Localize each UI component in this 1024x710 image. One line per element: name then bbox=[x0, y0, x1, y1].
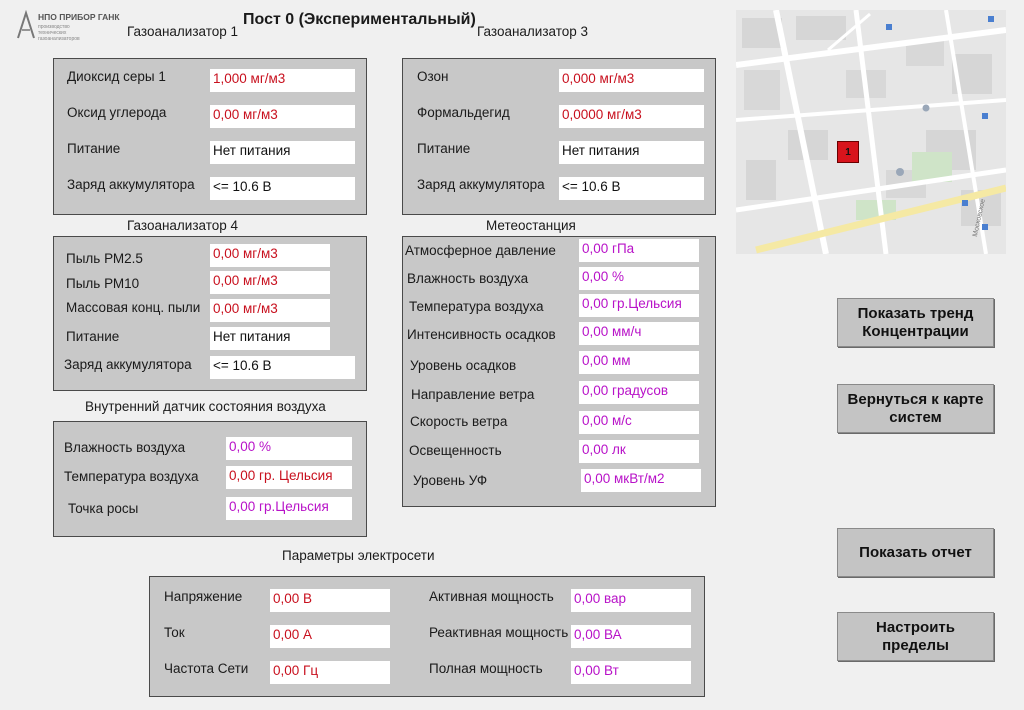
ga4-value-power: Нет питания bbox=[210, 327, 330, 350]
power-value-current: 0,00 А bbox=[270, 625, 390, 648]
show-report-button[interactable]: Показать отчет bbox=[837, 528, 994, 577]
ga4-label-battery: Заряд аккумулятора bbox=[64, 357, 192, 372]
meteo-value-rain-level: 0,00 мм bbox=[579, 351, 699, 374]
ga1-label-so2: Диоксид серы 1 bbox=[67, 69, 166, 84]
power-title: Параметры электросети bbox=[282, 548, 435, 563]
ga4-value-dust-mass: 0,00 мг/м3 bbox=[210, 299, 330, 322]
power-value-apparent: 0,00 Вт bbox=[571, 661, 691, 684]
logo-text: НПО ПРИБОР ГАНК bbox=[38, 12, 120, 22]
meteo-value-temperature: 0,00 гр.Цельсия bbox=[579, 294, 699, 317]
meteo-label-temperature: Температура воздуха bbox=[409, 299, 544, 314]
set-limits-button[interactable]: Настроить пределы bbox=[837, 612, 994, 661]
ga3-value-battery: <= 10.6 В bbox=[559, 177, 704, 200]
ga1-label-co: Оксид углерода bbox=[67, 105, 167, 120]
ga4-value-battery: <= 10.6 В bbox=[210, 356, 355, 379]
ga4-label-dust-mass: Массовая конц. пыли bbox=[66, 300, 201, 315]
meteo-panel: Атмосферное давление 0,00 гПа Влажность … bbox=[402, 236, 716, 507]
ga1-value-so2: 1,000 мг/м3 bbox=[210, 69, 355, 92]
power-label-active: Активная мощность bbox=[429, 589, 554, 604]
internal-panel: Влажность воздуха 0,00 % Температура воз… bbox=[53, 421, 367, 537]
ga1-label-power: Питание bbox=[67, 141, 121, 156]
ga3-value-power: Нет питания bbox=[559, 141, 704, 164]
ga4-label-power: Питание bbox=[66, 329, 120, 344]
meteo-value-wind-direction: 0,00 градусов bbox=[579, 381, 699, 404]
power-label-voltage: Напряжение bbox=[164, 589, 243, 604]
ga4-value-pm25: 0,00 мг/м3 bbox=[210, 244, 330, 267]
ga4-panel: Пыль РМ2.5 0,00 мг/м3 Пыль РМ10 0,00 мг/… bbox=[53, 236, 367, 391]
power-panel: Напряжение 0,00 В Ток 0,00 А Частота Сет… bbox=[149, 576, 705, 697]
ga3-label-battery: Заряд аккумулятора bbox=[417, 177, 545, 192]
ga1-title: Газоанализатор 1 bbox=[127, 24, 239, 39]
internal-label-dewpoint: Точка росы bbox=[68, 501, 139, 516]
meteo-label-rain-intensity: Интенсивность осадков bbox=[407, 327, 556, 342]
ga3-value-ozone: 0,000 мг/м3 bbox=[559, 69, 704, 92]
internal-label-temperature: Температура воздуха bbox=[64, 469, 199, 484]
meteo-value-illuminance: 0,00 лк bbox=[579, 440, 699, 463]
internal-value-dewpoint: 0,00 гр.Цельсия bbox=[226, 497, 352, 520]
ga1-label-battery: Заряд аккумулятора bbox=[67, 177, 195, 192]
map-marker-1[interactable]: 1 bbox=[837, 141, 859, 163]
map-marker-label: 1 bbox=[845, 146, 851, 158]
meteo-title: Метеостанция bbox=[486, 218, 576, 233]
meteo-label-illuminance: Освещенность bbox=[409, 443, 502, 458]
ga1-value-battery: <= 10.6 В bbox=[210, 177, 355, 200]
meteo-label-rain-level: Уровень осадков bbox=[410, 358, 517, 373]
ga3-label-formaldehyde: Формальдегид bbox=[417, 105, 510, 120]
ga1-value-power: Нет питания bbox=[210, 141, 355, 164]
ga3-label-power: Питание bbox=[417, 141, 471, 156]
ga1-panel: Диоксид серы 1 1,000 мг/м3 Оксид углерод… bbox=[53, 58, 367, 215]
power-value-voltage: 0,00 В bbox=[270, 589, 390, 612]
power-label-frequency: Частота Сети bbox=[164, 661, 249, 676]
logo-subtext: производство технических газоанализаторо… bbox=[38, 24, 80, 42]
ga4-value-pm10: 0,00 мг/м3 bbox=[210, 271, 330, 294]
meteo-label-humidity: Влажность воздуха bbox=[407, 271, 529, 286]
meteo-label-wind-speed: Скорость ветра bbox=[410, 414, 508, 429]
meteo-value-wind-speed: 0,00 м/с bbox=[579, 411, 699, 434]
meteo-label-wind-direction: Направление ветра bbox=[411, 387, 535, 402]
ga3-label-ozone: Озон bbox=[417, 69, 449, 84]
power-label-apparent: Полная мощность bbox=[429, 661, 543, 676]
meteo-value-pressure: 0,00 гПа bbox=[579, 239, 699, 262]
logo: НПО ПРИБОР ГАНК производство технических… bbox=[14, 8, 120, 44]
meteo-label-uv: Уровень УФ bbox=[413, 473, 488, 488]
ga4-label-pm25: Пыль РМ2.5 bbox=[66, 251, 143, 266]
internal-value-temperature: 0,00 гр. Цельсия bbox=[226, 466, 352, 489]
power-value-reactive: 0,00 ВА bbox=[571, 625, 691, 648]
ga4-label-pm10: Пыль РМ10 bbox=[66, 276, 140, 291]
internal-title: Внутренний датчик состояния воздуха bbox=[85, 399, 326, 414]
power-label-current: Ток bbox=[164, 625, 185, 640]
meteo-value-uv: 0,00 мкВт/м2 bbox=[581, 469, 701, 492]
map-view[interactable]: Московское 1 bbox=[736, 10, 1006, 254]
ga1-value-co: 0,00 мг/м3 bbox=[210, 105, 355, 128]
internal-label-humidity: Влажность воздуха bbox=[64, 440, 186, 455]
meteo-label-pressure: Атмосферное давление bbox=[405, 243, 556, 258]
internal-value-humidity: 0,00 % bbox=[226, 437, 352, 460]
back-to-map-button[interactable]: Вернуться к карте систем bbox=[837, 384, 994, 433]
show-trend-button[interactable]: Показать тренд Концентрации bbox=[837, 298, 994, 347]
ga4-title: Газоанализатор 4 bbox=[127, 218, 239, 233]
ga3-panel: Озон 0,000 мг/м3 Формальдегид 0,0000 мг/… bbox=[402, 58, 716, 215]
meteo-value-humidity: 0,00 % bbox=[579, 267, 699, 290]
ga3-value-formaldehyde: 0,0000 мг/м3 bbox=[559, 105, 704, 128]
meteo-value-rain-intensity: 0,00 мм/ч bbox=[579, 322, 699, 345]
ga3-title: Газоанализатор 3 bbox=[477, 24, 589, 39]
power-value-active: 0,00 вар bbox=[571, 589, 691, 612]
map-background bbox=[736, 10, 1006, 254]
page-title: Пост 0 (Экспериментальный) bbox=[243, 11, 476, 28]
logo-icon bbox=[17, 10, 35, 39]
power-value-frequency: 0,00 Гц bbox=[270, 661, 390, 684]
power-label-reactive: Реактивная мощность bbox=[429, 625, 569, 640]
